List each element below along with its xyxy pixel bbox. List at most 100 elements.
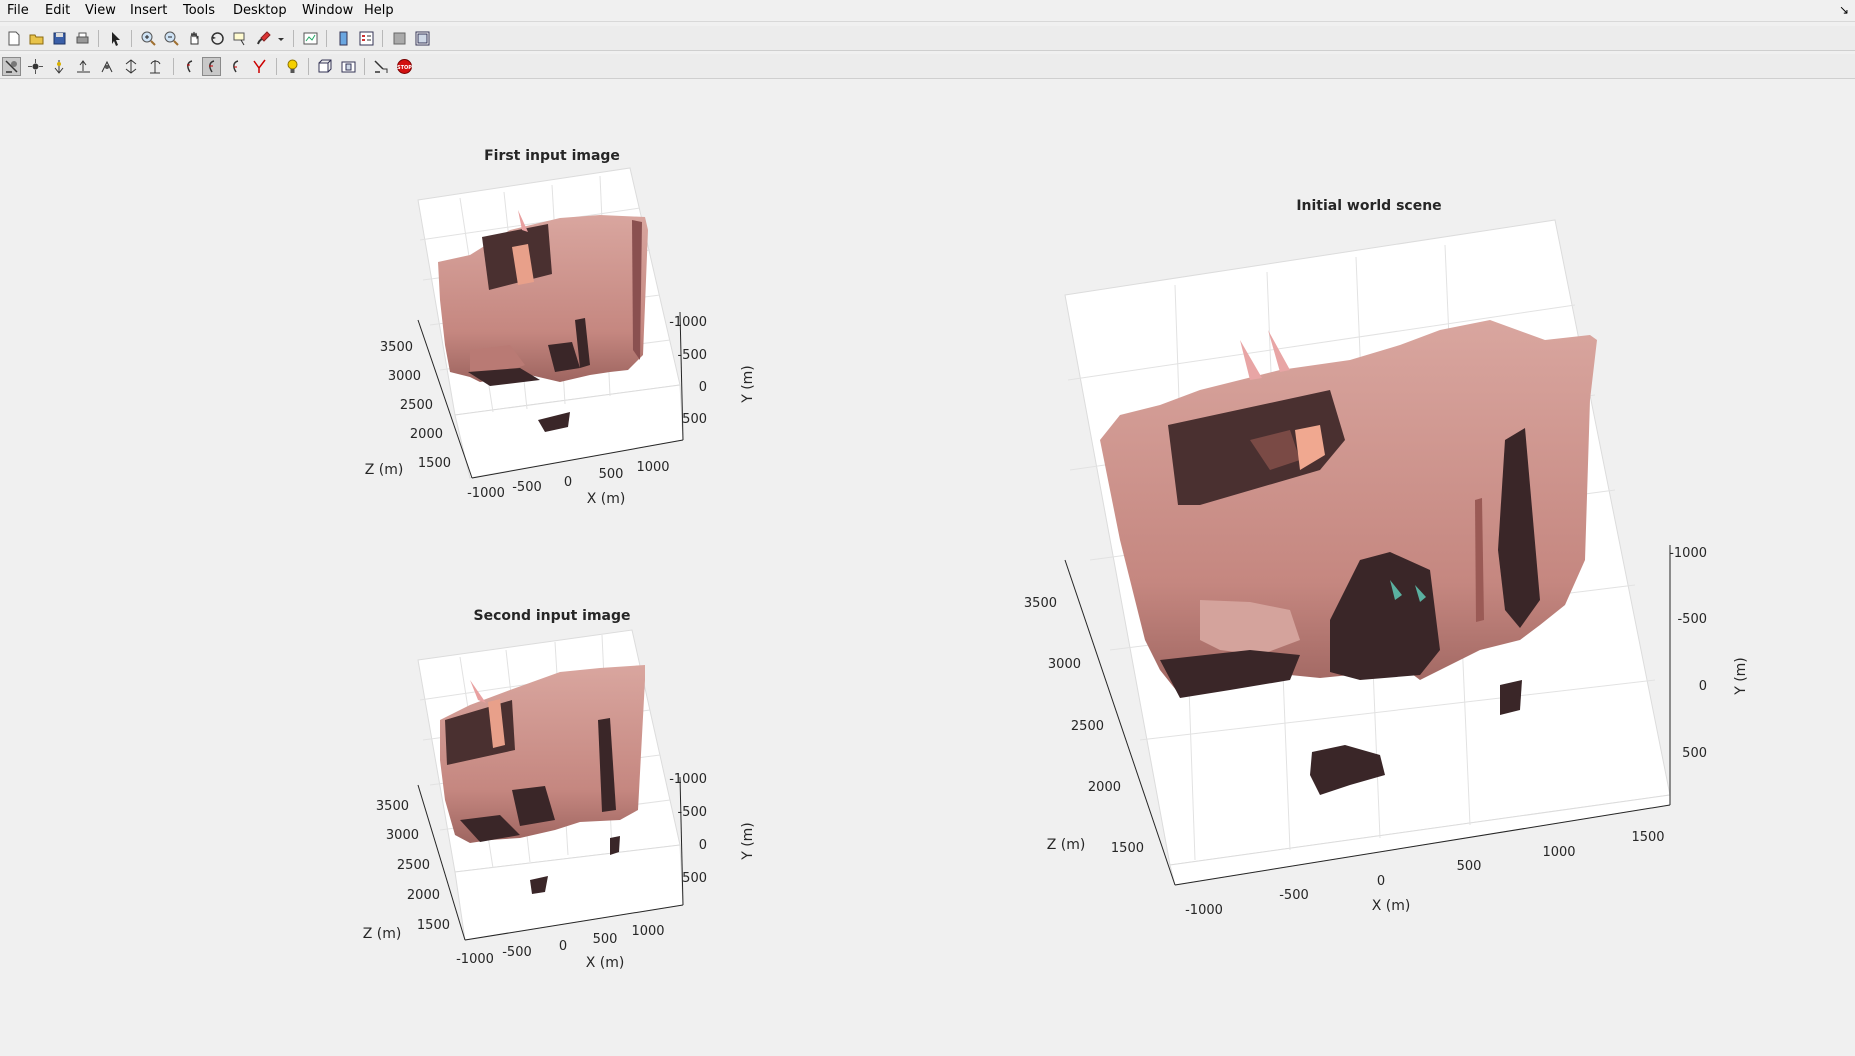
x-tick-label: -500 — [502, 945, 532, 960]
x-axis-label: X (m) — [586, 955, 625, 971]
x-tick-label: 1000 — [636, 460, 669, 475]
zoom-in-icon[interactable] — [139, 29, 158, 48]
edit-plot-icon[interactable] — [106, 29, 125, 48]
y-tick-label: -1000 — [669, 772, 707, 787]
z-tick-label: 3500 — [380, 340, 413, 355]
menu-insert[interactable]: Insert — [130, 3, 167, 18]
x-tick-label: 500 — [593, 932, 618, 947]
no-principal-axis-icon[interactable] — [250, 57, 269, 76]
x-tick-label: -1000 — [456, 952, 494, 967]
orthographic-projection-icon[interactable] — [315, 57, 334, 76]
camera-toolbar: STOP — [0, 54, 1855, 79]
new-figure-icon[interactable] — [4, 29, 23, 48]
zoom-out-icon[interactable] — [162, 29, 181, 48]
axes-second-input[interactable] — [417, 629, 684, 941]
menu-help[interactable]: Help — [364, 3, 394, 18]
camera-roll-icon[interactable] — [146, 57, 165, 76]
plot-title: Initial world scene — [1296, 198, 1441, 214]
menu-tools[interactable]: Tools — [183, 3, 215, 18]
camera-orbit-icon[interactable] — [2, 57, 21, 76]
menu-file[interactable]: File — [7, 3, 29, 18]
show-plot-tools-icon[interactable] — [413, 29, 432, 48]
menu-edit[interactable]: Edit — [45, 3, 70, 18]
menu-desktop[interactable]: Desktop — [233, 3, 287, 18]
z-tick-label: 2500 — [400, 398, 433, 413]
data-cursor-icon[interactable] — [231, 29, 250, 48]
y-tick-label: 500 — [682, 412, 707, 427]
reset-camera-icon[interactable] — [371, 57, 390, 76]
z-tick-label: 1500 — [417, 918, 450, 933]
principal-axis-y-icon[interactable] — [202, 57, 221, 76]
y-tick-label: 500 — [682, 871, 707, 886]
x-tick-label: 1000 — [1542, 845, 1575, 860]
axes-first-input[interactable] — [417, 167, 684, 479]
z-tick-label: 3500 — [1024, 596, 1057, 611]
x-tick-label: -500 — [512, 480, 542, 495]
y-tick-label: -500 — [677, 805, 707, 820]
save-figure-icon[interactable] — [50, 29, 69, 48]
plot-title: Second input image — [473, 608, 630, 624]
brush-dropdown-icon[interactable] — [276, 29, 286, 48]
y-axis-label: Y (m) — [740, 365, 756, 404]
link-plot-icon[interactable] — [301, 29, 320, 48]
x-tick-label: 1000 — [631, 924, 664, 939]
z-tick-label: 2000 — [410, 427, 443, 442]
camera-orbit-scene-light-icon[interactable] — [26, 57, 45, 76]
svg-text:STOP: STOP — [397, 65, 412, 71]
x-axis-label: X (m) — [1372, 898, 1411, 914]
y-tick-label: 500 — [1682, 746, 1707, 761]
x-tick-label: 0 — [564, 475, 572, 490]
x-tick-label: 500 — [1457, 859, 1482, 874]
menu-view[interactable]: View — [85, 3, 116, 18]
z-axis-label: Z (m) — [1047, 837, 1086, 853]
y-axis-label: Y (m) — [740, 822, 756, 861]
camera-move-forward-icon[interactable] — [98, 57, 117, 76]
z-tick-label: 2500 — [397, 858, 430, 873]
scene-light-icon[interactable] — [283, 57, 302, 76]
z-tick-label: 1500 — [418, 456, 451, 471]
y-tick-label: -1000 — [1669, 546, 1707, 561]
hide-plot-tools-icon[interactable] — [390, 29, 409, 48]
camera-move-horizontal-icon[interactable] — [74, 57, 93, 76]
z-tick-label: 3000 — [1048, 657, 1081, 672]
x-tick-label: -500 — [1279, 888, 1309, 903]
undock-arrow-icon[interactable]: ↘ — [1839, 3, 1849, 17]
plot-title: First input image — [484, 148, 620, 164]
x-tick-label: 1500 — [1631, 830, 1664, 845]
y-tick-label: -500 — [1677, 612, 1707, 627]
print-figure-icon[interactable] — [73, 29, 92, 48]
principal-axis-x-icon[interactable] — [180, 57, 199, 76]
camera-pan-tilt-icon[interactable] — [50, 57, 69, 76]
z-tick-label: 3000 — [388, 369, 421, 384]
z-axis-label: Z (m) — [365, 462, 404, 478]
y-tick-label: -500 — [677, 348, 707, 363]
insert-legend-icon[interactable] — [357, 29, 376, 48]
z-tick-label: 1500 — [1111, 841, 1144, 856]
x-tick-label: 500 — [599, 467, 624, 482]
pan-icon[interactable] — [185, 29, 204, 48]
insert-colorbar-icon[interactable] — [334, 29, 353, 48]
y-tick-label: 0 — [1699, 679, 1707, 694]
z-axis-label: Z (m) — [363, 926, 402, 942]
x-tick-label: -1000 — [1185, 903, 1223, 918]
stop-camera-icon[interactable]: STOP — [395, 57, 414, 76]
x-tick-label: 0 — [1377, 874, 1385, 889]
figure-canvas[interactable]: First input image-1000 -500 0500 1000-1000-… — [0, 82, 1855, 1056]
menu-window[interactable]: Window — [302, 3, 353, 18]
z-tick-label: 2000 — [407, 888, 440, 903]
rotate-3d-icon[interactable] — [208, 29, 227, 48]
y-tick-label: 0 — [699, 838, 707, 853]
open-file-icon[interactable] — [27, 29, 46, 48]
z-tick-label: 2500 — [1071, 719, 1104, 734]
camera-zoom-icon[interactable] — [122, 57, 141, 76]
axes-world-scene[interactable] — [1064, 219, 1671, 886]
figure-toolbar — [0, 26, 1855, 51]
y-axis-label: Y (m) — [1733, 657, 1749, 696]
brush-icon[interactable] — [254, 29, 273, 48]
z-tick-label: 3000 — [386, 828, 419, 843]
principal-axis-z-icon[interactable] — [226, 57, 245, 76]
perspective-projection-icon[interactable] — [339, 57, 358, 76]
y-tick-label: -1000 — [669, 315, 707, 330]
x-axis-label: X (m) — [587, 491, 626, 507]
x-tick-label: -1000 — [467, 486, 505, 501]
